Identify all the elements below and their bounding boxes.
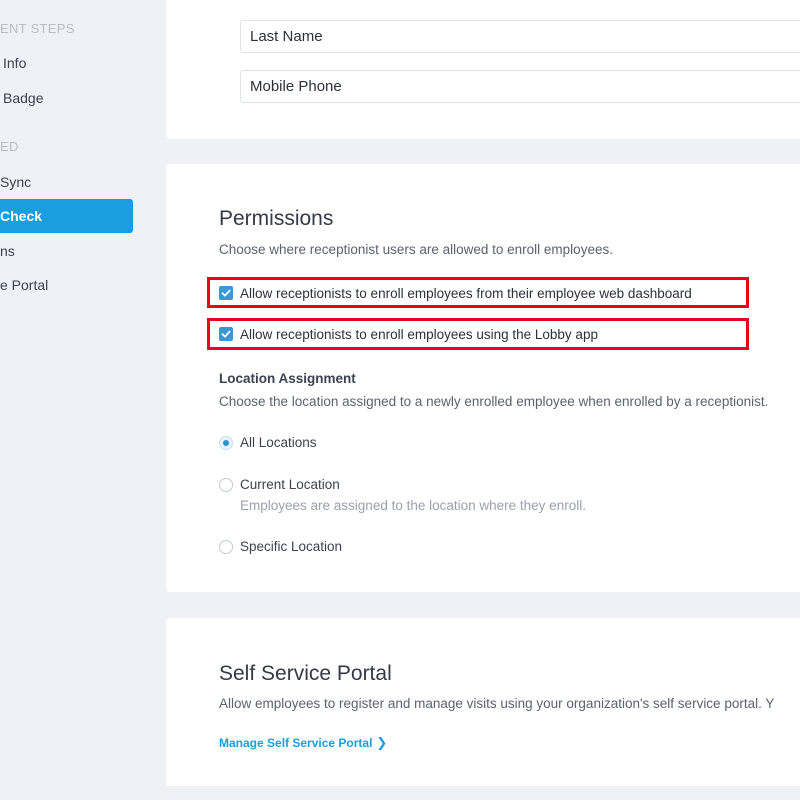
sidebar-item-label: Check: [0, 208, 43, 224]
radio-label: Specific Location: [240, 539, 343, 554]
radio-unselected-icon[interactable]: [219, 477, 233, 492]
radio-specific-location[interactable]: Specific Location: [219, 539, 342, 554]
sidebar-item-info[interactable]: Info: [0, 46, 133, 80]
radio-current-location[interactable]: Current Location: [219, 477, 340, 492]
location-assignment-title: Location Assignment: [219, 371, 356, 386]
radio-all-locations[interactable]: All Locations: [219, 435, 317, 450]
self-service-title: Self Service Portal: [219, 662, 392, 685]
mobile-phone-field[interactable]: Mobile Phone: [240, 70, 800, 103]
sidebar-item-ns[interactable]: ns: [0, 234, 133, 268]
last-name-label: Last Name: [250, 28, 323, 45]
sidebar-section-steps: ENT STEPS: [0, 21, 75, 36]
sidebar-item-label: ns: [0, 243, 15, 259]
sidebar: ENT STEPS Info Badge ED Sync Check ns e …: [0, 0, 150, 800]
checkbox-label: Allow receptionists to enroll employees …: [240, 326, 598, 342]
sidebar-item-sync[interactable]: Sync: [0, 165, 133, 199]
sidebar-section-advanced: ED: [0, 139, 19, 154]
radio-current-location-hint: Employees are assigned to the location w…: [240, 498, 586, 513]
checkbox-web-dashboard[interactable]: Allow receptionists to enroll employees …: [219, 283, 692, 303]
location-assignment-description: Choose the location assigned to a newly …: [219, 394, 769, 409]
manage-self-service-label: Manage Self Service Portal: [219, 736, 373, 750]
radio-selected-icon[interactable]: [219, 435, 233, 450]
sidebar-item-badge[interactable]: Badge: [0, 81, 133, 115]
mobile-phone-label: Mobile Phone: [250, 78, 342, 95]
radio-label: Current Location: [240, 477, 340, 492]
checkbox-label: Allow receptionists to enroll employees …: [240, 285, 692, 301]
page: ENT STEPS Info Badge ED Sync Check ns e …: [0, 0, 800, 800]
sidebar-item-label: Sync: [0, 174, 32, 190]
checkbox-checked-icon[interactable]: [219, 286, 233, 300]
sidebar-item-label: Info: [3, 55, 27, 71]
checkbox-lobby-app[interactable]: Allow receptionists to enroll employees …: [219, 324, 598, 344]
sidebar-item-check[interactable]: Check: [0, 199, 133, 233]
permissions-description: Choose where receptionist users are allo…: [219, 242, 613, 257]
radio-label: All Locations: [240, 435, 317, 450]
sidebar-item-portal[interactable]: e Portal: [0, 268, 133, 302]
sidebar-item-label: e Portal: [0, 277, 49, 293]
manage-self-service-link[interactable]: Manage Self Service Portal ❯: [219, 735, 387, 751]
self-service-description: Allow employees to register and manage v…: [219, 696, 775, 711]
checkbox-checked-icon[interactable]: [219, 327, 233, 341]
sidebar-item-label: Badge: [3, 90, 44, 106]
radio-unselected-icon[interactable]: [219, 539, 233, 554]
chevron-right-icon: ❯: [376, 735, 388, 750]
last-name-field[interactable]: Last Name: [240, 20, 800, 53]
permissions-title: Permissions: [219, 207, 334, 230]
